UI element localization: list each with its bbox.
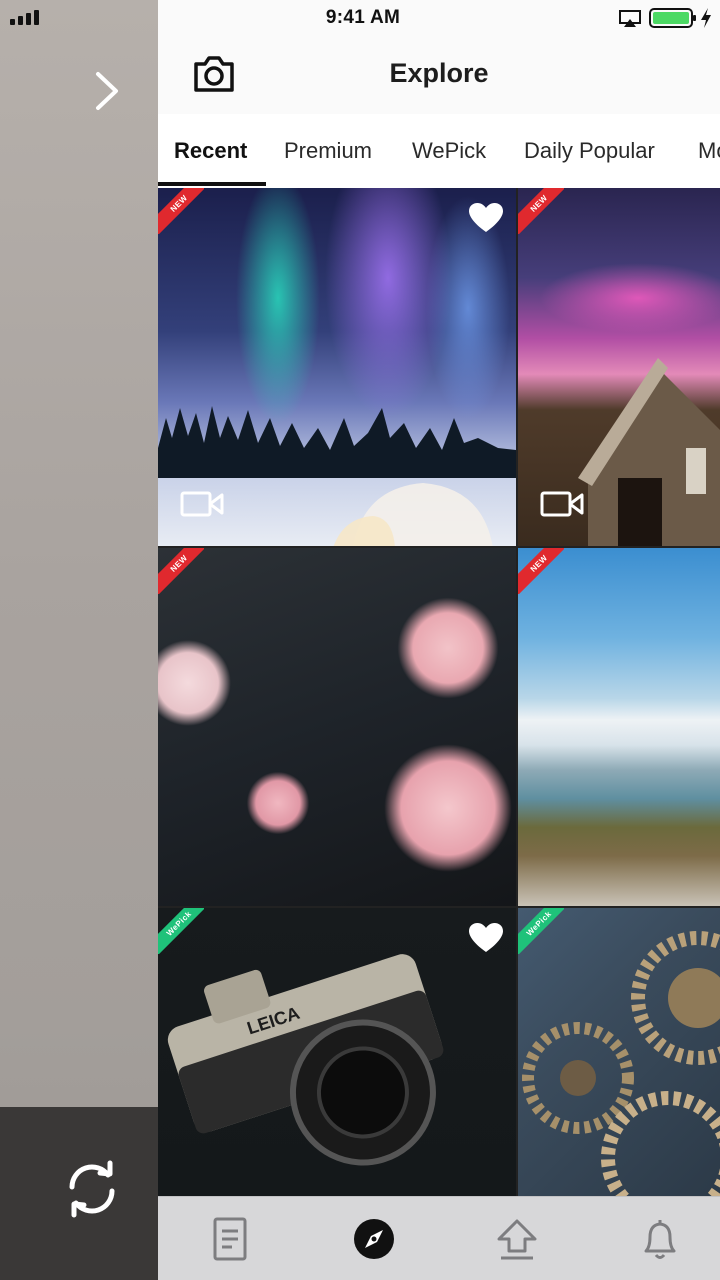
wallpaper-tile[interactable]: NEW [158,548,516,906]
explore-screen: 9:41 AM Explore Recent Premium WePick Da… [158,0,720,1280]
active-tab-indicator [158,182,266,186]
status-time: 9:41 AM [325,7,401,28]
tile-art [158,406,516,478]
tile-art: LEICA [167,954,444,1166]
video-camera-icon [540,491,584,517]
page-title: Explore [389,58,489,88]
side-drawer-panel [0,0,158,1280]
tile-art [333,483,493,546]
nav-bar: Explore [158,36,720,114]
wallpaper-tile[interactable]: LEICA WePick [158,908,516,1196]
wallpaper-tile[interactable]: NEW [158,188,516,546]
compass-icon[interactable] [350,1215,398,1263]
chevron-right-icon[interactable] [88,70,124,112]
document-icon[interactable] [206,1215,254,1263]
bottom-tab-bar [158,1196,720,1280]
signal-strength-icon [10,9,39,25]
airplay-icon [619,10,641,27]
new-badge: NEW [158,548,204,594]
video-camera-icon [180,491,224,517]
status-bar: 9:41 AM [158,0,720,36]
wallpaper-tile[interactable]: WePick [518,908,720,1196]
tab-recent[interactable]: Recent [174,138,247,164]
tab-more[interactable]: Mo [698,138,720,164]
tab-premium[interactable]: Premium [284,138,372,164]
wallpaper-tile[interactable]: NEW [518,188,720,546]
upload-icon[interactable] [493,1215,541,1263]
category-tabs: Recent Premium WePick Daily Popular Mo [158,114,720,188]
tab-wepick[interactable]: WePick [412,138,486,164]
sync-icon[interactable] [60,1157,124,1221]
bell-icon[interactable] [636,1215,684,1263]
wepick-badge: WePick [158,908,204,954]
new-badge: NEW [158,188,204,234]
heart-icon[interactable] [468,202,504,234]
wallpaper-tile[interactable]: NEW [518,548,720,906]
wepick-badge: WePick [518,908,564,954]
battery-icon [649,8,696,28]
wallpaper-grid: NEW NEW NEW NEW LEICA WePick WePick [158,188,720,1196]
charging-bolt-icon [701,8,711,28]
tile-art [578,358,720,546]
heart-icon[interactable] [468,922,504,954]
new-badge: NEW [518,188,564,234]
new-badge: NEW [518,548,564,594]
tab-daily-popular[interactable]: Daily Popular [524,138,655,164]
